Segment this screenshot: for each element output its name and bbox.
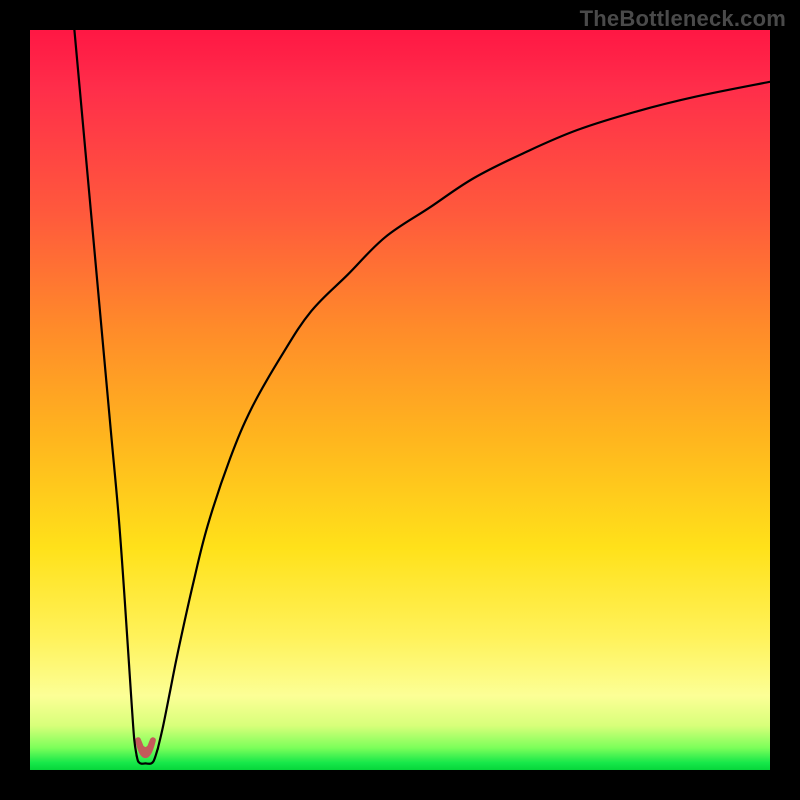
bottleneck-curve — [74, 30, 770, 764]
plot-area — [30, 30, 770, 770]
chart-frame: TheBottleneck.com — [0, 0, 800, 800]
curve-svg — [30, 30, 770, 770]
watermark-text: TheBottleneck.com — [580, 6, 786, 32]
valley-blob — [138, 740, 153, 755]
